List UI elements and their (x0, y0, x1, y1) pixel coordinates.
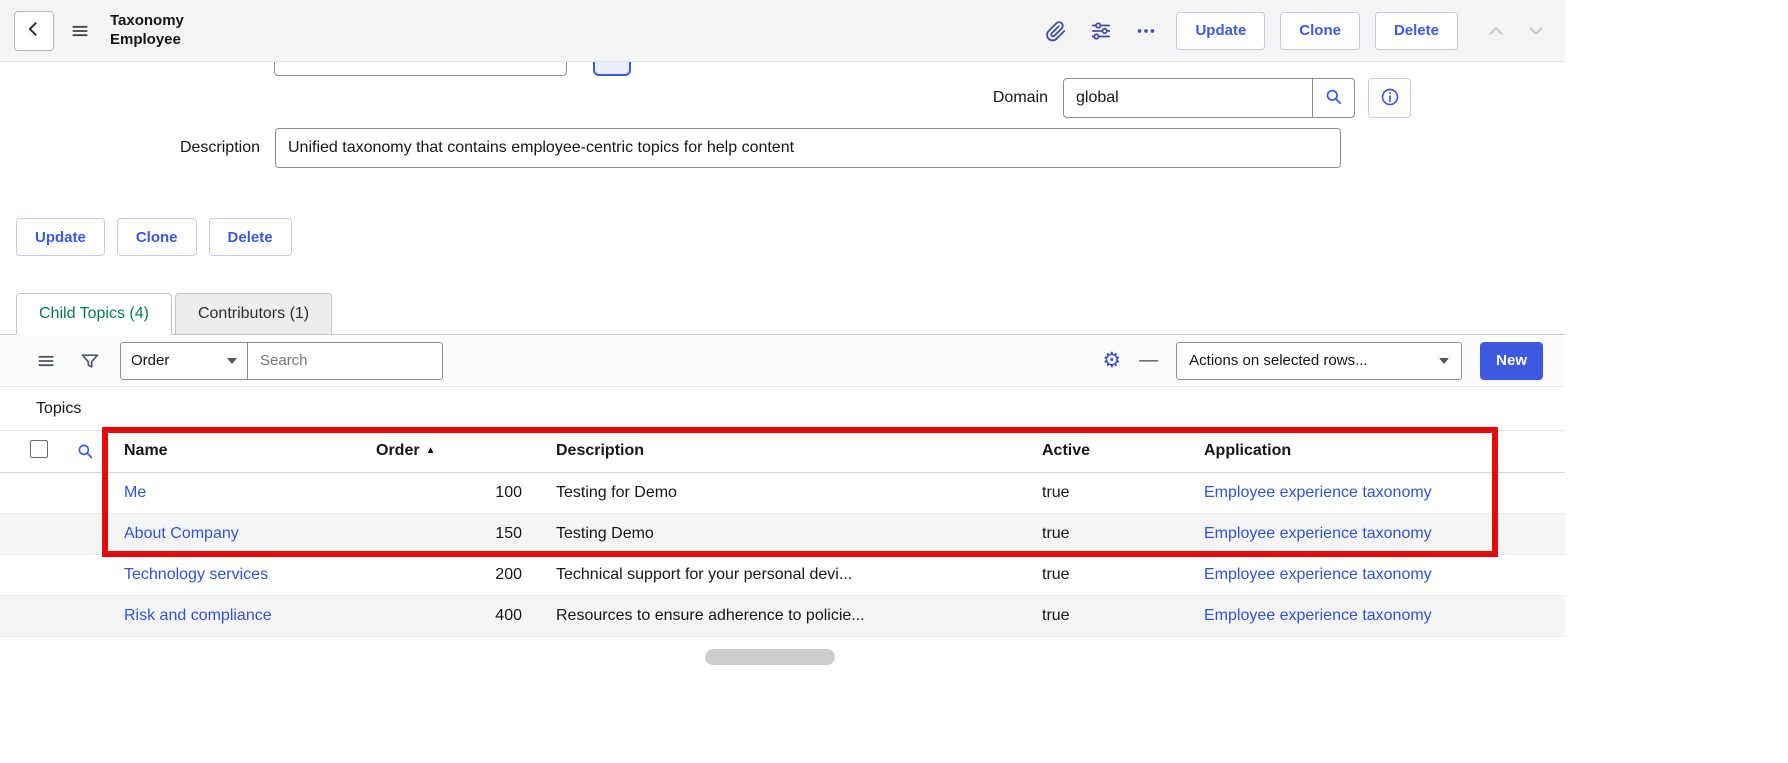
column-header-order[interactable]: Order ▲ (364, 431, 536, 473)
domain-field-row: Domain (0, 78, 1565, 118)
table-row: Technology services 200 Technical suppor… (0, 554, 1565, 596)
record-navigation (1481, 16, 1551, 46)
topics-table: Name Order ▲ Description Active Applicati… (0, 431, 1565, 637)
order-cell: 400 (364, 595, 536, 637)
cutoff-field-input[interactable] (274, 62, 567, 76)
form-delete-button[interactable]: Delete (208, 218, 292, 256)
domain-info-button[interactable] (1368, 78, 1411, 118)
topic-link[interactable]: Me (124, 484, 146, 501)
topic-link[interactable]: Technology services (124, 566, 268, 583)
list-caption: Topics (0, 387, 1565, 431)
info-icon (1380, 87, 1400, 110)
domain-input[interactable] (1063, 78, 1313, 118)
description-cell: Testing for Demo (536, 472, 1022, 514)
domain-lookup-button[interactable] (1312, 78, 1355, 118)
child-topics-list: Order ⚙ — Actions on selected rows... Ne… (0, 335, 1565, 681)
row-actions-value: Actions on selected rows... (1189, 352, 1368, 369)
list-filter-group: Order (120, 341, 443, 380)
description-cell: Resources to ensure adherence to policie… (536, 595, 1022, 637)
tab-contributors[interactable]: Contributors (1) (174, 293, 333, 335)
column-header-description[interactable]: Description (536, 431, 1022, 473)
table-header-row: Name Order ▲ Description Active Applicati… (0, 431, 1565, 473)
page-title: Taxonomy Employee (110, 12, 184, 50)
sort-field-value: Order (131, 352, 170, 369)
list-menu-icon[interactable] (32, 347, 60, 375)
clone-button[interactable]: Clone (1280, 11, 1360, 50)
page-title-line2: Employee (110, 30, 181, 48)
context-menu-icon[interactable] (66, 17, 94, 45)
record-header: Taxonomy Employee Update Clone Delete (0, 0, 1565, 62)
list-footer (0, 637, 1565, 681)
collapse-minus-icon[interactable]: — (1139, 351, 1158, 370)
topic-link[interactable]: About Company (124, 525, 239, 542)
next-record-icon[interactable] (1521, 16, 1551, 46)
form-clone-button[interactable]: Clone (116, 218, 197, 256)
horizontal-scrollbar-thumb[interactable] (705, 648, 835, 665)
personalize-sliders-icon[interactable] (1086, 16, 1116, 46)
list-toolbar: Order ⚙ — Actions on selected rows... Ne… (0, 335, 1565, 387)
chevron-down-icon (1439, 357, 1450, 364)
search-icon (1324, 87, 1343, 109)
table-row: About Company 150 Testing Demo true Empl… (0, 513, 1565, 555)
active-cell: true (1022, 554, 1184, 596)
order-cell: 100 (364, 472, 536, 514)
back-button[interactable] (14, 10, 54, 51)
topic-link[interactable]: Risk and compliance (124, 607, 272, 624)
row-actions-select[interactable]: Actions on selected rows... (1176, 341, 1463, 380)
table-row: Me 100 Testing for Demo true Employee ex… (0, 472, 1565, 514)
more-options-icon[interactable] (1131, 16, 1161, 46)
related-list-tabs: Child Topics (4) Contributors (1) (0, 292, 1565, 335)
description-input[interactable] (275, 128, 1341, 168)
tab-child-topics[interactable]: Child Topics (4) (16, 293, 172, 335)
order-cell: 200 (364, 554, 536, 596)
search-rows-icon[interactable] (72, 438, 98, 464)
active-cell: true (1022, 595, 1184, 637)
application-link[interactable]: Employee experience taxonomy (1204, 566, 1432, 583)
list-toolbar-right: ⚙ — Actions on selected rows... New (1102, 341, 1543, 380)
header-actions: Update Clone Delete (1041, 11, 1551, 50)
column-header-application[interactable]: Application (1184, 431, 1565, 473)
form-update-button[interactable]: Update (16, 218, 105, 256)
domain-label: Domain (992, 89, 1048, 106)
delete-button[interactable]: Delete (1374, 11, 1458, 50)
attachment-icon[interactable] (1041, 16, 1071, 46)
gear-icon[interactable]: ⚙ (1102, 350, 1121, 371)
sort-field-select[interactable]: Order (120, 341, 248, 380)
description-field-row: Description (0, 128, 1565, 168)
column-header-active[interactable]: Active (1022, 431, 1184, 473)
description-cell: Technical support for your personal devi… (536, 554, 1022, 596)
filter-funnel-icon[interactable] (76, 347, 104, 375)
order-cell: 150 (364, 513, 536, 555)
chevron-down-icon (227, 357, 237, 364)
list-search-input[interactable] (247, 341, 443, 380)
description-label: Description (179, 139, 260, 156)
active-cell: true (1022, 472, 1184, 514)
select-all-checkbox[interactable] (30, 439, 48, 458)
cutoff-reference-button[interactable] (593, 62, 631, 76)
application-link[interactable]: Employee experience taxonomy (1204, 525, 1432, 542)
sort-asc-icon: ▲ (425, 445, 436, 457)
table-row: Risk and compliance 400 Resources to ens… (0, 595, 1565, 637)
domain-input-group (1063, 78, 1355, 118)
column-header-name[interactable]: Name (112, 431, 364, 473)
previous-record-icon[interactable] (1481, 16, 1511, 46)
application-link[interactable]: Employee experience taxonomy (1204, 607, 1432, 624)
new-button[interactable]: New (1480, 341, 1543, 380)
active-cell: true (1022, 513, 1184, 555)
record-form: Domain Description (0, 62, 1565, 186)
application-link[interactable]: Employee experience taxonomy (1204, 484, 1432, 501)
page-title-line1: Taxonomy (110, 11, 184, 29)
chevron-left-icon (24, 19, 44, 42)
description-cell: Testing Demo (536, 513, 1022, 555)
app-root: Taxonomy Employee Update Clone Delete Do… (0, 0, 1565, 681)
form-action-buttons: Update Clone Delete (0, 186, 1565, 256)
update-button[interactable]: Update (1176, 11, 1266, 50)
